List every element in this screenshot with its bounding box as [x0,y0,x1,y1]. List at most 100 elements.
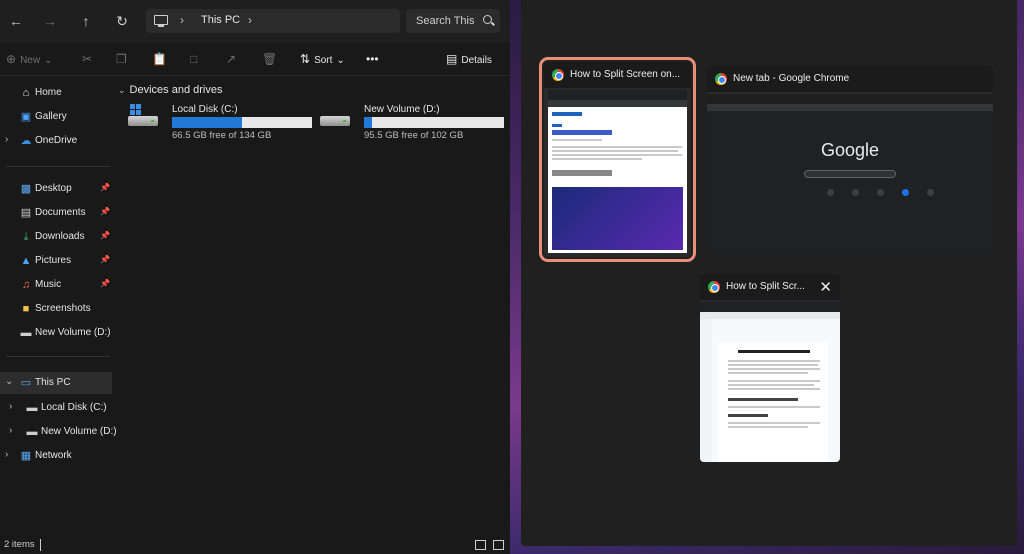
sidebar-item-new-volume[interactable]: ▬ New Volume (D:) [0,322,112,344]
breadcrumb-chevron-icon[interactable]: › [180,13,184,27]
breadcrumb-chevron-icon[interactable]: › [248,13,252,27]
drive-name: New Volume (D:) [364,104,440,115]
drive-icon: ▬ [26,426,38,438]
sidebar-item-label: Network [35,450,72,461]
drive-tile-c[interactable]: Local Disk (C:) 66.5 GB free of 134 GB [128,103,318,143]
sidebar-item-music[interactable]: ♫ Music 📌 [0,274,112,296]
article-text-line [552,150,678,152]
browser-tabstrip [700,302,840,312]
delete-icon[interactable]: 🗑 [262,51,277,67]
shortcut-tile [877,189,884,196]
doc-text-line [728,422,820,424]
breadcrumb-this-pc[interactable]: This PC [201,14,240,26]
sidebar-item-label: This PC [35,377,71,388]
search-box[interactable] [406,9,500,33]
sidebar-item-label: Documents [35,207,86,218]
window-thumbnail [700,302,840,462]
window-title: New tab - Google Chrome [733,73,850,84]
article-heading [552,130,612,135]
file-explorer-window: ← → ↑ ↻ › This PC › ⊕New⌄ ✂ ❐ 📋 □ ↗ 🗑 ⇅S… [0,0,510,554]
copy-icon[interactable]: ❐ [116,51,127,67]
folder-icon: ■ [22,303,30,315]
doc-text-line [728,426,808,428]
drive-usage-fill [172,117,242,128]
chevron-down-icon: ⌄ [336,55,345,66]
sidebar-item-screenshots[interactable]: ■ Screenshots [0,298,112,320]
up-arrow-icon[interactable]: ↑ [76,11,96,31]
browser-urlbar [700,312,840,319]
search-input[interactable] [406,9,478,33]
chevron-right-icon[interactable]: › [5,134,8,145]
sidebar-item-label: Local Disk (C:) [41,402,107,413]
sidebar-item-network[interactable]: › ▦ Network [0,445,112,467]
forward-arrow-icon[interactable]: → [40,11,60,31]
sidebar-item-label: Gallery [35,111,67,122]
sidebar-item-label: Home [35,87,62,98]
details-view-icon[interactable] [475,540,486,550]
sort-label: Sort [314,55,333,66]
doc-text-line [728,384,814,386]
devices-group-header[interactable]: ⌄ Devices and drives [118,84,222,96]
sidebar-item-gallery[interactable]: ▣ Gallery [0,106,112,128]
new-button[interactable]: ⊕ New ⌄ [6,51,52,67]
snap-window-article[interactable]: How to Split Screen on... [544,62,691,257]
chevron-right-icon[interactable]: › [9,425,12,436]
refresh-icon[interactable]: ↻ [112,11,132,31]
share-icon[interactable]: ↗ [226,51,236,67]
browser-urlbar [548,100,687,107]
command-bar: ⊕ New ⌄ ✂ ❐ 📋 □ ↗ 🗑 ⇅ Sort ⌄ ••• ▤ Details [0,42,510,76]
sort-button[interactable]: ⇅ Sort ⌄ [300,51,345,67]
network-icon: ▦ [20,450,32,462]
plus-circle-icon: ⊕ [6,52,17,66]
desktop-icon: ▩ [20,183,32,195]
sidebar-item-this-pc[interactable]: ⌄ ▭ This PC [0,372,112,394]
chevron-right-icon[interactable]: › [9,401,12,412]
address-field[interactable]: › This PC › [146,9,400,33]
pin-icon: 📌 [100,279,110,288]
sidebar-item-desktop[interactable]: ▩ Desktop 📌 [0,178,112,200]
content-pane: ⌄ Devices and drives Local Disk (C:) 66.5… [112,76,510,536]
sidebar-item-downloads[interactable]: ⤓ Downloads 📌 [0,226,112,248]
article-text-line [552,146,682,148]
article-text-line [552,154,682,156]
tiles-view-icon[interactable] [493,540,504,550]
drive-usage-bar [172,117,312,128]
close-icon[interactable]: ✕ [819,278,832,296]
paste-icon[interactable]: 📋 [152,51,167,67]
details-button[interactable]: ▤ Details [446,51,492,67]
chevron-right-icon[interactable]: › [5,449,8,460]
music-icon: ♫ [21,279,31,291]
sidebar-item-pictures[interactable]: ▲ Pictures 📌 [0,250,112,272]
chevron-down-icon[interactable]: ⌄ [5,376,13,387]
search-icon[interactable] [483,15,492,24]
shortcut-tile [902,189,909,196]
this-pc-icon [154,15,168,27]
pc-icon: ▭ [20,377,32,389]
sidebar-item-label: New Volume (D:) [35,327,111,338]
browser-urlbar [707,104,993,111]
drive-tile-d[interactable]: New Volume (D:) 95.5 GB free of 102 GB [320,103,510,143]
doc-text-line [728,406,820,408]
window-titlebar: New tab - Google Chrome [707,66,993,92]
doc-text-line [728,388,820,390]
sidebar-item-onedrive[interactable]: › ☁ OneDrive [0,130,112,152]
sidebar-item-home[interactable]: ⌂ Home [0,82,112,104]
sidebar-item-label: New Volume (D:) [41,426,117,437]
more-options-button[interactable]: ••• [366,51,379,67]
new-label: New [20,55,41,66]
drive-usage-fill [364,117,373,128]
snap-window-new-tab[interactable]: New tab - Google Chrome Google [707,66,993,252]
sidebar-item-local-disk[interactable]: › ▬ Local Disk (C:) [0,397,112,419]
back-arrow-icon[interactable]: ← [6,11,26,31]
group-title: Devices and drives [129,84,223,96]
rename-icon[interactable]: □ [190,51,197,67]
hard-drive-icon [320,116,350,126]
pictures-icon: ▲ [20,255,32,267]
sidebar-item-new-volume-tree[interactable]: › ▬ New Volume (D:) [0,421,117,443]
cut-icon[interactable]: ✂ [82,51,92,67]
article-text-line [552,158,642,160]
sidebar-item-documents[interactable]: ▤ Documents 📌 [0,202,112,224]
snap-window-doc[interactable]: How to Split Scr... ✕ [700,274,840,462]
doc-subheading [728,414,768,417]
chrome-icon [715,73,727,85]
